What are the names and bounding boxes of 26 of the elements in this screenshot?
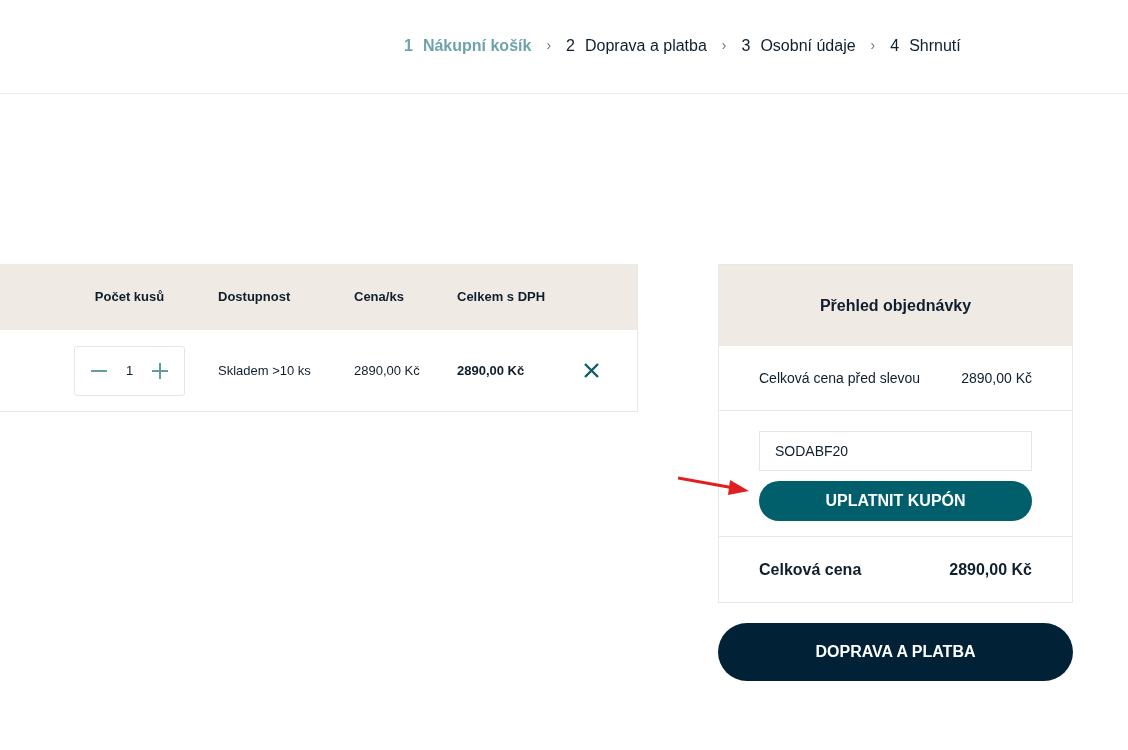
continue-button[interactable]: DOPRAVA A PLATBA [718, 623, 1073, 681]
arrow-icon [678, 476, 750, 496]
total-value: 2890,00 Kč [949, 559, 1032, 580]
minus-icon[interactable] [91, 369, 107, 372]
column-header: Počet kusů [93, 288, 166, 307]
checkout-step[interactable]: 3 Osobní údaje [741, 33, 856, 58]
column-header: Dostupnost [218, 288, 292, 307]
column-header: Cena/ks [354, 288, 405, 307]
checkout-step[interactable]: 4 Shrnutí [890, 33, 961, 58]
apply-coupon-button[interactable]: UPLATNIT KUPÓN [759, 481, 1032, 521]
coupon-field[interactable]: SODABF20 [759, 431, 1032, 471]
total-label: Celková cena [759, 559, 862, 580]
quantity-value: 1 [125, 361, 134, 380]
chevron-separator: › [870, 36, 876, 55]
checkout-step[interactable]: 2 Doprava a platba [566, 33, 707, 58]
chevron-separator: › [546, 36, 552, 55]
chevron-separator: › [721, 36, 727, 55]
close-icon[interactable] [584, 363, 599, 378]
subtotal-value: 2890,00 Kč [961, 368, 1032, 388]
plus-icon[interactable] [152, 362, 168, 379]
summary-title: Přehled objednávky [819, 295, 972, 316]
table-cell-text: Skladem >10 ks [218, 361, 312, 380]
column-header: Celkem s DPH [457, 288, 547, 307]
table-cell-text: 2890,00 Kč [457, 361, 526, 380]
subtotal-label: Celková cena před slevou [759, 368, 921, 388]
table-cell-text: 2890,00 Kč [354, 361, 421, 380]
